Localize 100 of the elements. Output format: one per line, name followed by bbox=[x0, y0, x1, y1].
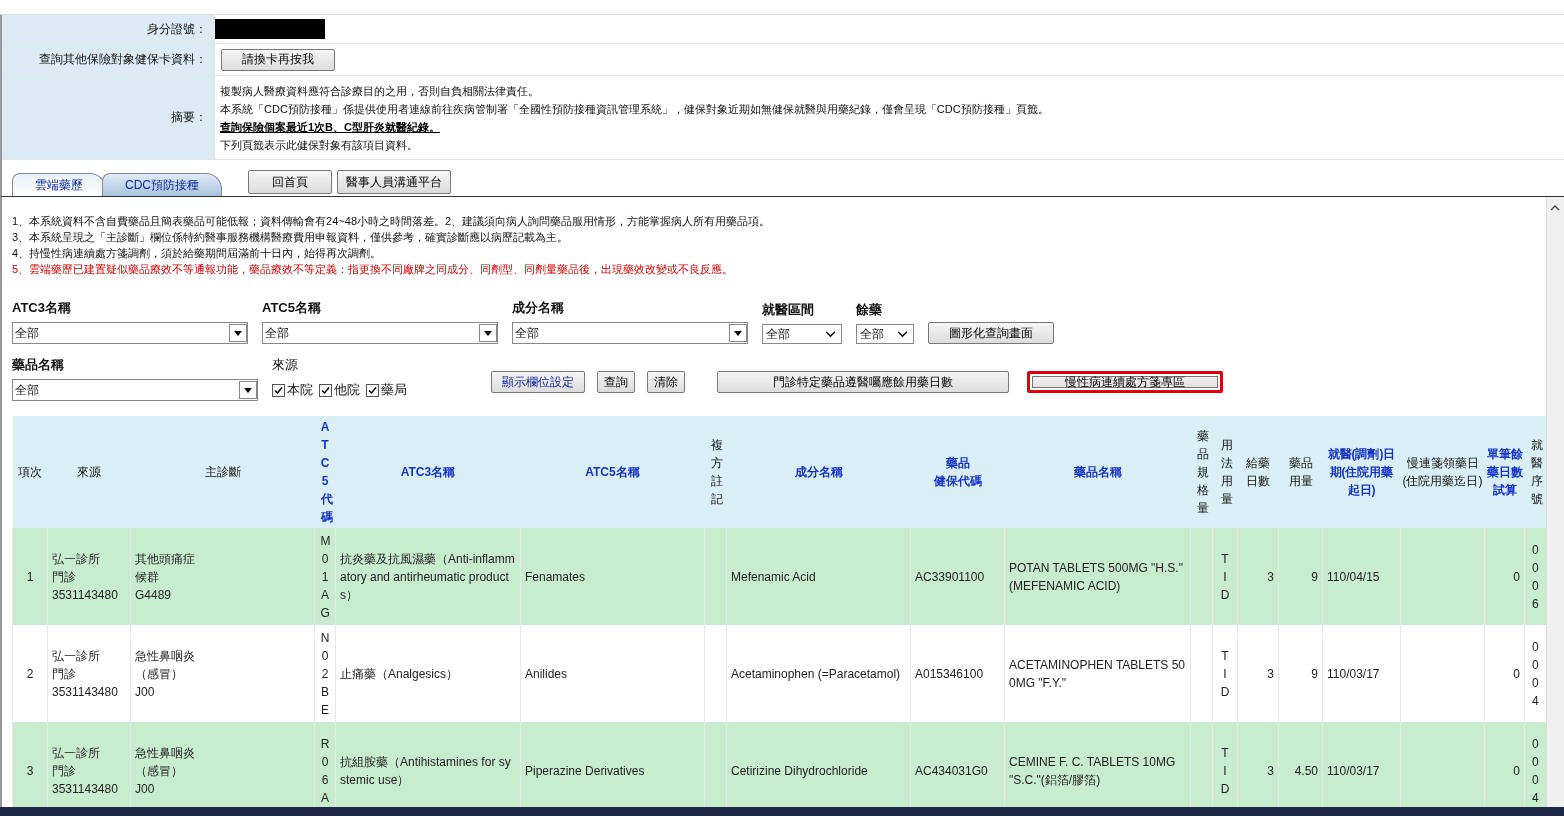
column-header: 藥品規格量 bbox=[1190, 416, 1213, 528]
source-text: 弘一診所 bbox=[52, 550, 101, 568]
source-text: 3531143480 bbox=[52, 683, 119, 701]
source-text: 門診 bbox=[52, 665, 77, 683]
drug-name: POTAN TABLETS 500MG "H.S." (MEFENAMIC ACID) bbox=[1009, 560, 1183, 593]
nhi-code: AC434031G0 bbox=[915, 763, 988, 778]
dropdown-icon[interactable] bbox=[729, 324, 747, 342]
quantity-text: 9 bbox=[1311, 569, 1318, 584]
filter-label: 就醫區間 bbox=[762, 301, 815, 319]
action-button[interactable]: 查詢 bbox=[597, 371, 635, 393]
column-header[interactable]: 成分名稱 bbox=[726, 416, 911, 528]
column-header: 慢連箋領藥日(住院用藥迄日) bbox=[1400, 416, 1485, 528]
swap-card-button[interactable]: 請換卡再按我 bbox=[221, 48, 335, 71]
usage-text: TID bbox=[1220, 744, 1230, 798]
quantity-text: 4.50 bbox=[1294, 763, 1318, 778]
summary-text: 下列頁籤表示此健保對象有該項目資料。 bbox=[220, 137, 418, 153]
combo-box[interactable]: 全部 bbox=[512, 322, 748, 344]
select-box[interactable]: 全部 bbox=[762, 324, 842, 344]
visit-date: 110/03/17 bbox=[1327, 666, 1380, 681]
ingredient-name: Cetirizine Dihydrochloride bbox=[731, 763, 868, 778]
visit-sequence: 0006 bbox=[1530, 541, 1540, 613]
visit-date: 110/03/17 bbox=[1327, 763, 1380, 778]
combo-box[interactable]: 全部 bbox=[12, 379, 258, 401]
summary-text: 本系統「CDC預防接種」係提供使用者連線前往疾病管制署「全國性預防接種資訊管理系統」，健保對象近期如無健保就醫與用藥紀錄，僅會呈現「CDC預防接種」頁籤。 bbox=[220, 101, 1049, 117]
checkbox[interactable] bbox=[272, 383, 285, 397]
item-number: 1 bbox=[26, 569, 34, 584]
source-text: 門診 bbox=[52, 762, 77, 780]
column-header[interactable]: ATC5名稱 bbox=[520, 416, 705, 528]
diagnosis-text: 其他頭痛症候群 bbox=[135, 550, 196, 586]
atc3-name: 止痛藥（Analgesics） bbox=[340, 666, 459, 681]
nhi-code: A015346100 bbox=[915, 666, 984, 681]
filter-label: ATC5名稱 bbox=[262, 299, 322, 317]
source-text: 3531143480 bbox=[52, 586, 119, 604]
nav-button[interactable]: 醫事人員溝通平台 bbox=[337, 170, 451, 194]
drug-name: CEMINE F. C. TABLETS 10MG "S.C."(鋁箔/膠箔) bbox=[1009, 754, 1176, 787]
filter-label: 來源 bbox=[272, 356, 299, 374]
column-header[interactable]: 藥品名稱 bbox=[1004, 416, 1191, 528]
checkbox[interactable] bbox=[366, 383, 379, 397]
days-text: 3 bbox=[1267, 666, 1274, 681]
summary-text: 複製病人醫療資料應符合診療目的之用，否則自負相關法律責任。 bbox=[220, 83, 539, 99]
scrollbar[interactable] bbox=[1546, 197, 1564, 807]
scroll-up-icon[interactable] bbox=[1550, 205, 1560, 211]
action-button[interactable]: 顯示欄位設定 bbox=[491, 371, 585, 393]
action-button[interactable]: 門診特定藥品遵醫囑應餘用藥日數 bbox=[717, 371, 1009, 393]
select-box[interactable]: 全部 bbox=[856, 324, 914, 344]
diagnosis-text: J00 bbox=[135, 780, 156, 798]
combo-box[interactable]: 全部 bbox=[262, 322, 498, 344]
days-text: 3 bbox=[1267, 569, 1274, 584]
column-header[interactable]: ATC5代碼 bbox=[314, 416, 336, 528]
column-header[interactable]: 藥品 健保代碼 bbox=[910, 416, 1005, 528]
days-text: 3 bbox=[1267, 763, 1274, 778]
filter-label: 成分名稱 bbox=[512, 299, 565, 317]
column-header: 就醫序號 bbox=[1524, 416, 1546, 528]
nav-button[interactable]: 回首頁 bbox=[248, 170, 332, 194]
chart-query-button[interactable]: 圖形化查詢畫面 bbox=[928, 322, 1054, 344]
column-header: 主診斷 bbox=[130, 416, 315, 528]
diagnosis-text: G4489 bbox=[135, 586, 173, 604]
atc3-name: 抗炎藥及抗風濕藥（Anti-inflammatory and antirheumatic products） bbox=[340, 551, 515, 602]
checkbox[interactable] bbox=[319, 383, 332, 397]
diagnosis-text: 急性鼻咽炎（感冒） bbox=[135, 647, 196, 683]
dropdown-icon[interactable] bbox=[239, 381, 257, 399]
atc5-name: Fenamates bbox=[525, 569, 586, 584]
drug-name: ACETAMINOPHEN TABLETS 500MG "F.Y." bbox=[1009, 657, 1186, 690]
tab[interactable]: CDC預防接種 bbox=[102, 173, 222, 196]
checkbox-label: 藥局 bbox=[381, 381, 407, 399]
visit-sequence: 0004 bbox=[1530, 638, 1540, 710]
chevron-icon bbox=[897, 330, 908, 338]
chevron-icon bbox=[825, 330, 836, 338]
notice-text: 4、持慢性病連續處方箋調劑，須於給藥期間屆滿前十日內，始得再次調劑。 bbox=[12, 246, 383, 261]
atc3-name: 抗組胺藥（Antihistamines for systemic use） bbox=[340, 754, 511, 787]
atc5-name: Anilides bbox=[525, 666, 568, 681]
column-header[interactable]: ATC3名稱 bbox=[335, 416, 521, 528]
filter-label: 餘藥 bbox=[856, 301, 883, 319]
source-text: 弘一診所 bbox=[52, 647, 101, 665]
column-header[interactable]: 單筆餘藥日數試算 bbox=[1484, 416, 1525, 528]
atc5-code: N02BE bbox=[320, 629, 330, 719]
atc5-code: M01AG bbox=[320, 532, 330, 622]
notice-text: 3、本系統呈現之「主診斷」欄位係特約醫事服務機構醫療費用申報資料，僅供參考，確實診斷應以病歷記載為主。 bbox=[12, 230, 570, 245]
source-text: 3531143480 bbox=[52, 780, 119, 798]
source-text: 弘一診所 bbox=[52, 744, 101, 762]
hepatitis-record-link[interactable]: 查詢保險個案最近1次B、C型肝炎就醫紀錄。 bbox=[220, 118, 440, 135]
action-button[interactable]: 慢性病連續處方箋專區 bbox=[1027, 371, 1223, 393]
atc5-code: R06A bbox=[320, 735, 330, 807]
remaining-days: 0 bbox=[1513, 666, 1520, 681]
column-header[interactable]: 就醫(調劑)日期(住院用藥起日) bbox=[1322, 416, 1401, 528]
action-button[interactable]: 清除 bbox=[647, 371, 685, 393]
dropdown-icon[interactable] bbox=[229, 324, 247, 342]
column-header: 給藥日數 bbox=[1237, 416, 1279, 528]
visit-sequence: 0004 bbox=[1530, 735, 1540, 807]
column-header: 藥品用量 bbox=[1278, 416, 1323, 528]
field-label: 查詢其他保險對象健保卡資料： bbox=[2, 44, 215, 75]
visit-date: 110/04/15 bbox=[1327, 569, 1380, 584]
diagnosis-text: J00 bbox=[135, 683, 156, 701]
diagnosis-text: 急性鼻咽炎（感冒） bbox=[135, 744, 196, 780]
column-header: 項次 bbox=[12, 416, 48, 528]
column-header: 複方註記 bbox=[704, 416, 727, 528]
dropdown-icon[interactable] bbox=[479, 324, 497, 342]
combo-box[interactable]: 全部 bbox=[12, 322, 248, 344]
checkbox-label: 他院 bbox=[334, 381, 360, 399]
field-label: 摘要： bbox=[2, 76, 215, 159]
